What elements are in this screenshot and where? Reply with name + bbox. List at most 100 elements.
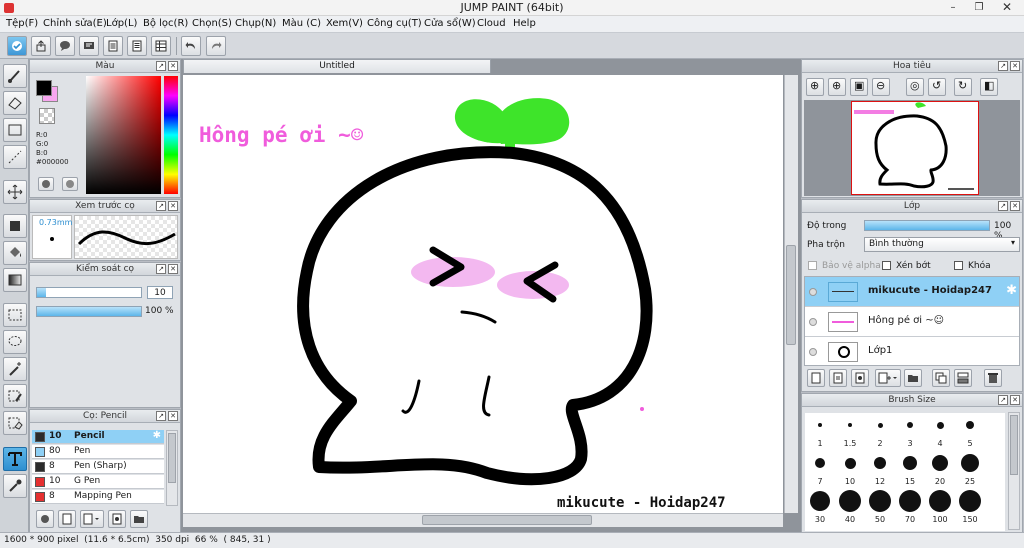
brush-size-preset[interactable]: 1 xyxy=(805,413,835,448)
undo-button[interactable] xyxy=(181,36,201,56)
blend-mode-select[interactable]: Bình thường ▾ xyxy=(864,237,1020,252)
layer-name[interactable]: Hông pé ơi ~☺ xyxy=(868,315,944,326)
tool-move[interactable] xyxy=(3,180,27,204)
fit-button[interactable]: ▣ xyxy=(850,78,868,96)
rotate-left-button[interactable]: ↺ xyxy=(928,78,946,96)
brush-size-preset[interactable]: 25 xyxy=(955,451,985,486)
merge-layer-button[interactable] xyxy=(954,369,972,387)
brush-size-preset[interactable]: 50 xyxy=(865,489,895,524)
flip-button[interactable]: ◧ xyxy=(980,78,998,96)
add-brush-button[interactable] xyxy=(36,510,54,528)
panel-popout-icon[interactable]: ↗ xyxy=(156,264,166,274)
brush-size-preset[interactable]: 3 xyxy=(895,413,925,448)
export-button[interactable] xyxy=(31,36,51,56)
protect-alpha-checkbox[interactable] xyxy=(808,261,817,270)
layer-opacity-slider[interactable] xyxy=(864,220,990,231)
tool-brush[interactable] xyxy=(3,64,27,88)
tool-lasso[interactable] xyxy=(3,330,27,354)
visibility-toggle[interactable] xyxy=(809,288,817,296)
layer-row-base[interactable]: Lớp1 xyxy=(805,337,1019,365)
menu-tools[interactable]: Công cụ(T) xyxy=(367,18,422,29)
brush-menu-button[interactable] xyxy=(80,510,104,528)
panel-close-icon[interactable]: ✕ xyxy=(168,411,178,421)
menu-file[interactable]: Tệp(F) xyxy=(6,18,38,29)
menu-layer[interactable]: Lớp(L) xyxy=(106,18,137,29)
layer-row-signature[interactable]: mikucute - Hoidap247 ✱ xyxy=(805,277,1019,307)
new-brush-button[interactable] xyxy=(58,510,76,528)
new-layer-button[interactable] xyxy=(807,369,825,387)
panel-close-icon[interactable]: ✕ xyxy=(1010,201,1020,211)
brush-settings-button[interactable] xyxy=(108,510,126,528)
panel-close-icon[interactable]: ✕ xyxy=(1010,61,1020,71)
brush-item-pen[interactable]: 80 Pen xyxy=(32,445,164,459)
panel-popout-icon[interactable]: ↗ xyxy=(998,201,1008,211)
check-button[interactable] xyxy=(7,36,27,56)
copy-layer-button[interactable] xyxy=(829,369,847,387)
rotate-right-button[interactable]: ↻ xyxy=(954,78,972,96)
brush-size-scrollbar[interactable] xyxy=(1008,412,1020,530)
brush-size-preset[interactable]: 40 xyxy=(835,489,865,524)
zoom-in-button[interactable]: ⊕ xyxy=(806,78,824,96)
transparent-color-swatch[interactable] xyxy=(39,108,55,124)
document-tab[interactable]: Untitled xyxy=(183,59,491,73)
tool-select-rect[interactable] xyxy=(3,303,27,327)
brush-size-preset[interactable]: 70 xyxy=(895,489,925,524)
brush-list-scrollbar[interactable] xyxy=(166,430,178,506)
navigator-thumbnail[interactable] xyxy=(851,101,979,195)
navigator-viewport[interactable] xyxy=(804,100,1020,196)
restore-button[interactable]: ❐ xyxy=(966,0,992,15)
brush-opacity-slider[interactable] xyxy=(36,306,142,317)
tool-select-pen[interactable] xyxy=(3,384,27,408)
layer-name[interactable]: mikucute - Hoidap247 xyxy=(868,285,992,296)
brush-size-preset[interactable]: 150 xyxy=(955,489,985,524)
rotate-reset-button[interactable]: ◎ xyxy=(906,78,924,96)
tool-line[interactable] xyxy=(3,145,27,169)
brush-item-mapping-pen[interactable]: 8 Mapping Pen xyxy=(32,490,164,504)
panel-popout-icon[interactable]: ↗ xyxy=(998,61,1008,71)
panel-close-icon[interactable]: ✕ xyxy=(168,201,178,211)
panel-popout-icon[interactable]: ↗ xyxy=(998,395,1008,405)
menu-select[interactable]: Chọn(S) xyxy=(192,18,232,29)
brush-size-preset[interactable]: 2 xyxy=(865,413,895,448)
layer-row-pink-text[interactable]: Hông pé ơi ~☺ xyxy=(805,307,1019,337)
brush-size-slider[interactable] xyxy=(36,287,142,298)
saturation-value-picker[interactable] xyxy=(86,76,161,194)
panel-popout-icon[interactable]: ↗ xyxy=(156,61,166,71)
zoom-in-2-button[interactable]: ⊕ xyxy=(828,78,846,96)
brush-size-preset[interactable]: 100 xyxy=(925,489,955,524)
zoom-out-button[interactable]: ⊖ xyxy=(872,78,890,96)
menu-capture[interactable]: Chụp(N) xyxy=(235,18,276,29)
layer-name[interactable]: Lớp1 xyxy=(868,345,892,356)
brush-size-input[interactable]: 10 xyxy=(147,286,173,299)
close-button[interactable]: ✕ xyxy=(994,0,1020,15)
clip-checkbox[interactable] xyxy=(882,261,891,270)
color-mixer-button[interactable] xyxy=(62,177,78,191)
tool-eraser[interactable] xyxy=(3,91,27,115)
menu-view[interactable]: Xem(V) xyxy=(326,18,363,29)
list-button[interactable] xyxy=(127,36,147,56)
brush-size-preset[interactable]: 20 xyxy=(925,451,955,486)
gear-icon[interactable]: ✱ xyxy=(1006,283,1017,298)
grid-button[interactable] xyxy=(151,36,171,56)
duplicate-layer-button[interactable] xyxy=(932,369,950,387)
panel-close-icon[interactable]: ✕ xyxy=(168,61,178,71)
layer-folder-button[interactable] xyxy=(904,369,922,387)
vertical-scroll-thumb[interactable] xyxy=(786,245,796,345)
gear-icon[interactable]: ✱ xyxy=(153,430,161,441)
brush-size-preset[interactable]: 12 xyxy=(865,451,895,486)
message-button[interactable] xyxy=(79,36,99,56)
brush-folder-button[interactable] xyxy=(130,510,148,528)
layer-settings-button[interactable] xyxy=(851,369,869,387)
menu-color[interactable]: Màu (C) xyxy=(282,18,321,29)
tool-magic-wand[interactable] xyxy=(3,357,27,381)
menu-window[interactable]: Cửa sổ(W) xyxy=(424,18,476,29)
panel-close-icon[interactable]: ✕ xyxy=(168,264,178,274)
brush-size-preset[interactable]: 15 xyxy=(895,451,925,486)
tool-text[interactable] xyxy=(3,447,27,471)
menu-edit[interactable]: Chỉnh sửa(E) xyxy=(43,18,107,29)
drawing-canvas[interactable]: Hông pé ơi ~☺ mikucute - Hoidap247 xyxy=(183,75,783,513)
brush-size-preset[interactable]: 5 xyxy=(955,413,985,448)
delete-layer-button[interactable] xyxy=(984,369,1002,387)
panel-popout-icon[interactable]: ↗ xyxy=(156,411,166,421)
visibility-toggle[interactable] xyxy=(809,318,817,326)
